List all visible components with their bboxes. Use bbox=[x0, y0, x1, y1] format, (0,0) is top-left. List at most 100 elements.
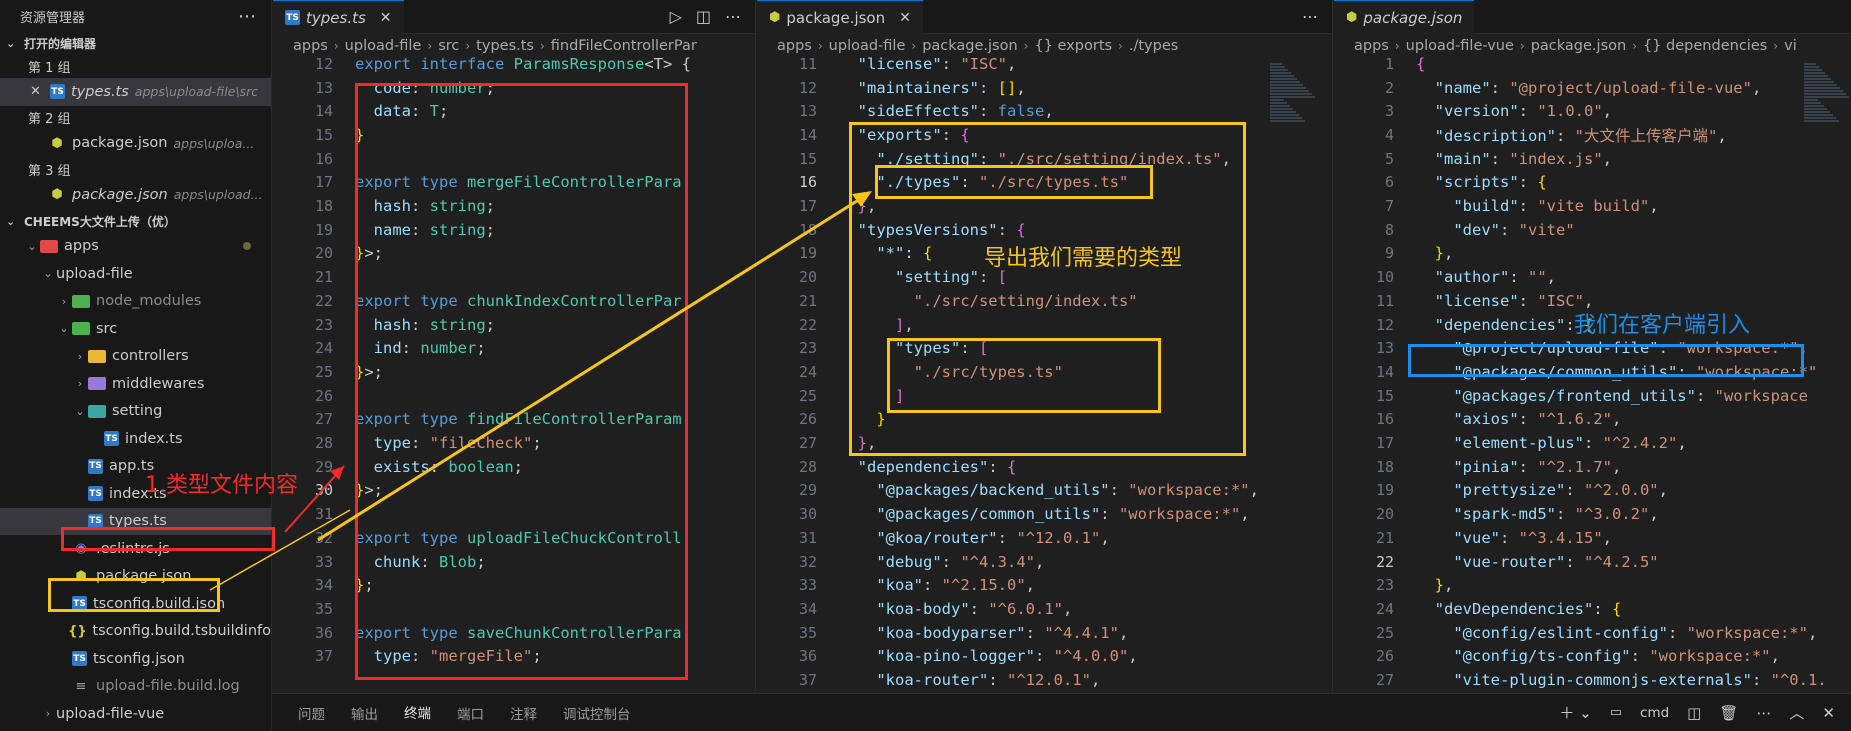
line-number: 14 bbox=[798, 125, 817, 144]
tree-item[interactable]: ≡ upload-file.build.log bbox=[0, 673, 271, 701]
close-icon[interactable]: ✕ bbox=[380, 10, 392, 26]
open-editor-item[interactable]: ✕ TS types.ts apps\upload-file\src bbox=[0, 78, 271, 106]
split-editor-icon[interactable]: ◫ bbox=[696, 7, 711, 26]
breadcrumb-item[interactable]: ./types bbox=[1129, 38, 1178, 54]
tree-item[interactable]: TS tsconfig.build.json bbox=[0, 590, 271, 618]
code-text: }, bbox=[817, 197, 877, 216]
tab-types-ts[interactable]: TS types.ts ✕ bbox=[273, 0, 404, 34]
panel-tab[interactable]: 问题 bbox=[298, 694, 325, 731]
code-token: : bbox=[420, 552, 439, 571]
trash-icon[interactable]: 🗑 bbox=[1719, 704, 1738, 722]
breadcrumb-item[interactable]: {} dependencies bbox=[1643, 38, 1767, 54]
split-terminal-icon[interactable]: ◫ bbox=[1687, 704, 1701, 722]
code-token: "@packages/common_utils" bbox=[839, 505, 1101, 524]
panel-tab[interactable]: 输出 bbox=[351, 694, 378, 731]
tree-item[interactable]: ⌄ apps bbox=[0, 233, 271, 261]
code-token: : bbox=[1555, 505, 1575, 524]
breadcrumb-item[interactable]: vi bbox=[1784, 38, 1797, 54]
code-area[interactable]: 11 "license": "ISC", 12 "maintainers": []… bbox=[757, 55, 1332, 693]
code-line: 16 bbox=[273, 147, 355, 171]
code-token: , bbox=[1677, 434, 1687, 453]
tree-item-label: .eslintrc.js bbox=[96, 540, 170, 557]
code-token: : bbox=[1565, 552, 1584, 571]
tree-item-label: controllers bbox=[112, 348, 189, 365]
code-token: "@project/upload-file" bbox=[1416, 339, 1659, 358]
code-token: , bbox=[1090, 671, 1101, 690]
code-text: "spark-md5": "^3.0.2", bbox=[1394, 505, 1658, 524]
breadcrumb-item[interactable]: package.json bbox=[1531, 38, 1626, 54]
panel-tab[interactable]: 端口 bbox=[457, 694, 484, 731]
tree-item[interactable]: TS index.ts bbox=[0, 425, 271, 453]
code-text: }>; bbox=[333, 244, 383, 262]
minimap[interactable] bbox=[1804, 62, 1851, 132]
open-editor-item[interactable]: ⬢ package.json apps\upload... bbox=[0, 181, 271, 209]
panel-tab-bar: 问题 输出 终端 端口 注释 调试控制台 ＋ ⌄ ▭ cmd ◫ 🗑 ⋯ ︿ ✕ bbox=[272, 693, 1851, 731]
tree-item[interactable]: ⌄ setting bbox=[0, 398, 271, 426]
editor-package-json-upload-file[interactable]: ⬢ package.json ✕ ⋯ apps › upload-file › pack… bbox=[757, 0, 1333, 693]
code-text: ] bbox=[817, 387, 904, 405]
tree-item[interactable]: ◉ .eslintrc.js bbox=[0, 535, 271, 563]
close-icon[interactable]: ✕ bbox=[1822, 704, 1835, 722]
code-token: "^4.3.4" bbox=[960, 552, 1035, 571]
panel-tabs: 问题 输出 终端 端口 注释 调试控制台 bbox=[272, 694, 631, 731]
tree-item[interactable]: ⌄ src bbox=[0, 315, 271, 343]
line-number: 35 bbox=[314, 599, 333, 618]
line-number: 28 bbox=[314, 434, 333, 453]
breadcrumb-item[interactable]: {} exports bbox=[1034, 38, 1112, 54]
code-token: : bbox=[988, 671, 1007, 690]
tab-label: package.json bbox=[1363, 8, 1463, 27]
close-icon[interactable]: ✕ bbox=[899, 10, 911, 26]
panel-tab[interactable]: 调试控制台 bbox=[563, 694, 631, 731]
tree-item[interactable]: TS types.ts bbox=[0, 507, 271, 535]
code-token: , bbox=[867, 197, 877, 216]
code-line: 37 "koa-router": "^12.0.1", bbox=[757, 668, 1100, 692]
tree-item-label: upload-file bbox=[56, 265, 133, 282]
code-token: "prettysize" bbox=[1416, 481, 1566, 500]
panel-tab[interactable]: 注释 bbox=[510, 694, 537, 731]
code-token: <T> { bbox=[644, 54, 691, 73]
code-line: 19 "*": { bbox=[757, 242, 932, 266]
tree-item[interactable]: ⌄ upload-file bbox=[0, 260, 271, 288]
code-token: } bbox=[355, 576, 365, 595]
tree-item[interactable]: › middlewares bbox=[0, 370, 271, 398]
tab-package-json[interactable]: ⬢ package.json bbox=[1334, 0, 1475, 34]
code-token: type bbox=[355, 647, 411, 666]
run-icon[interactable]: ▷ bbox=[670, 7, 682, 26]
code-token: "vue-router" bbox=[1416, 552, 1566, 571]
editor-package-json-upload-file-vue[interactable]: ⬢ package.json apps › upload-file-vue › pack… bbox=[1334, 0, 1851, 693]
workspace-section[interactable]: ⌄ CHEEMS大文件上传（优） bbox=[0, 211, 271, 233]
chevron-right-icon: › bbox=[77, 377, 83, 391]
code-area[interactable]: 1{2 "name": "@project/upload-file-vue", 3… bbox=[1334, 55, 1851, 693]
line-number: 31 bbox=[798, 528, 817, 547]
tree-item[interactable]: {} tsconfig.build.tsbuildinfo bbox=[0, 618, 271, 646]
tab-package-json[interactable]: ⬢ package.json ✕ bbox=[757, 0, 923, 34]
editor-types-ts[interactable]: TS types.ts ✕ ▷ ◫ ⋯ apps › upload-file › src… bbox=[273, 0, 756, 693]
tree-item[interactable]: › controllers bbox=[0, 343, 271, 371]
more-actions-icon[interactable]: ⋯ bbox=[238, 6, 257, 27]
code-line: 26 "@config/ts-config": "workspace:*", bbox=[1334, 645, 1780, 669]
maximize-panel-icon[interactable]: ︿ bbox=[1789, 702, 1804, 723]
more-actions-icon[interactable]: ⋯ bbox=[1302, 7, 1318, 26]
code-text: "sideEffects": false, bbox=[817, 102, 1054, 120]
panel-tab[interactable]: 终端 bbox=[404, 694, 431, 731]
new-terminal-icon[interactable]: ＋ ⌄ bbox=[1559, 702, 1591, 723]
close-icon[interactable]: ✕ bbox=[30, 84, 48, 99]
tree-item[interactable]: ⬢ package.json bbox=[0, 563, 271, 591]
more-actions-icon[interactable]: ⋯ bbox=[1756, 704, 1771, 722]
open-editors-section[interactable]: ⌄ 打开的编辑器 bbox=[0, 32, 271, 54]
code-area[interactable]: 12 export interface ParamsResponse<T> {13… bbox=[273, 54, 755, 693]
code-token: , bbox=[1221, 149, 1231, 168]
tree-item[interactable]: › upload-file-vue bbox=[0, 700, 271, 728]
minimap[interactable] bbox=[1270, 62, 1318, 132]
code-line: 24 "devDependencies": { bbox=[1334, 597, 1621, 621]
shell-label[interactable]: cmd bbox=[1640, 705, 1669, 721]
code-text: }; bbox=[333, 576, 374, 594]
code-token: { bbox=[1537, 173, 1547, 192]
code-text: "@koa/router": "^12.0.1", bbox=[817, 529, 1109, 547]
more-actions-icon[interactable]: ⋯ bbox=[725, 7, 741, 26]
code-token: false bbox=[997, 102, 1045, 121]
tree-item[interactable]: › node_modules bbox=[0, 288, 271, 316]
tree-item[interactable]: TS tsconfig.json bbox=[0, 645, 271, 673]
open-editor-item[interactable]: ⬢ package.json apps\uploa... bbox=[0, 130, 271, 158]
code-token: : bbox=[1500, 528, 1519, 547]
